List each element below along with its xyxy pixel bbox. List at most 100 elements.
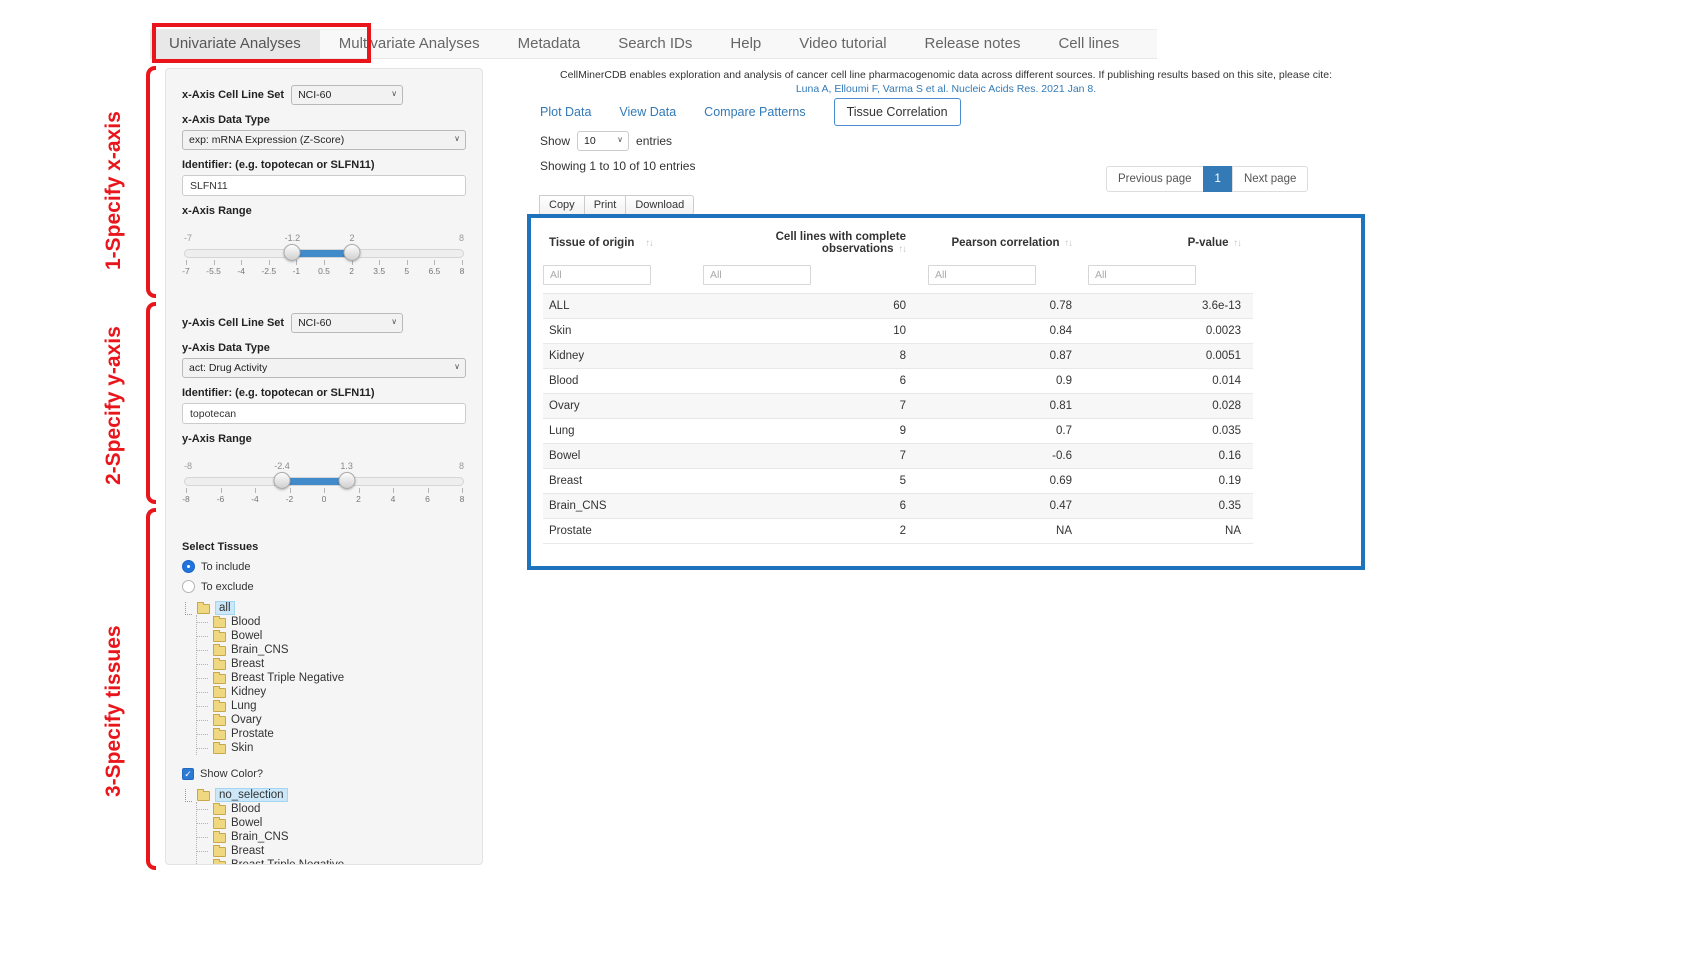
slider-max-label: 8 [459, 461, 464, 471]
page-size-select[interactable]: 10 [577, 131, 629, 151]
previous-page-button[interactable]: Previous page [1106, 166, 1204, 192]
table-header-row: Tissue of origin ↑↓ Cell lines with comp… [543, 222, 1253, 262]
nav-item[interactable]: Search IDs [599, 30, 711, 58]
tab[interactable]: Compare Patterns [704, 105, 805, 119]
next-page-button[interactable]: Next page [1232, 166, 1308, 192]
filter-input-tissue[interactable] [543, 265, 651, 285]
sort-icon[interactable]: ↑↓ [646, 238, 654, 249]
x-axis-data-type-select[interactable]: exp: mRNA Expression (Z-Score) [182, 130, 466, 150]
y-axis-identifier-input[interactable] [182, 403, 466, 424]
cell-tissue: Skin [543, 319, 703, 344]
y-axis-cell-line-set-select[interactable]: NCI-60 [291, 313, 403, 333]
tree-node-tissue[interactable]: Blood [197, 802, 466, 816]
slider-min-label: -8 [184, 461, 192, 471]
table-row[interactable]: Ovary 7 0.81 0.028 [543, 394, 1253, 419]
tree-node-tissue[interactable]: Prostate [197, 727, 466, 741]
table-row[interactable]: Breast 5 0.69 0.19 [543, 469, 1253, 494]
tree-node-tissue[interactable]: Brain_CNS [197, 643, 466, 657]
table-row[interactable]: Bowel 7 -0.6 0.16 [543, 444, 1253, 469]
cell-pvalue: 0.014 [1088, 369, 1253, 394]
tree-node-tissue[interactable]: Bowel [197, 629, 466, 643]
show-color-checkbox[interactable]: Show Color? [182, 768, 466, 780]
table-row[interactable]: ALL 60 0.78 3.6e-13 [543, 294, 1253, 319]
column-header-tissue[interactable]: Tissue of origin ↑↓ [543, 222, 703, 262]
table-row[interactable]: Lung 9 0.7 0.035 [543, 419, 1253, 444]
table-row[interactable]: Prostate 2 NA NA [543, 519, 1253, 544]
tree-node-tissue[interactable]: Brain_CNS [197, 830, 466, 844]
column-header-pvalue[interactable]: P-value ↑↓ [1088, 222, 1253, 262]
slider-handle-to[interactable] [344, 244, 361, 261]
slider-handle-from[interactable] [284, 244, 301, 261]
table-row[interactable]: Blood 6 0.9 0.014 [543, 369, 1253, 394]
folder-icon [213, 632, 226, 642]
filter-input-cell-lines[interactable] [703, 265, 811, 285]
slider-handle-from[interactable] [274, 472, 291, 489]
nav-item[interactable]: Univariate Analyses [150, 30, 320, 58]
sort-icon[interactable]: ↑↓ [1234, 238, 1242, 249]
nav-item[interactable]: Release notes [906, 30, 1040, 58]
nav-item[interactable]: Multivariate Analyses [320, 30, 499, 58]
tree-node-tissue[interactable]: Breast [197, 657, 466, 671]
nav-item[interactable]: Help [711, 30, 780, 58]
x-axis-identifier-input[interactable] [182, 175, 466, 196]
export-button[interactable]: Print [584, 195, 627, 215]
tree-item-label: Skin [231, 742, 253, 754]
column-header-pearson[interactable]: Pearson correlation↑↓ [928, 222, 1088, 262]
tissue-color-tree: no_selection Blood Bowel [182, 788, 466, 865]
x-axis-data-type-label: x-Axis Data Type [182, 114, 466, 126]
tree-node-tissue[interactable]: Ovary [197, 713, 466, 727]
export-button[interactable]: Copy [539, 195, 585, 215]
cell-pvalue: 3.6e-13 [1088, 294, 1253, 319]
tree-node-tissue[interactable]: Breast Triple Negative [197, 858, 466, 865]
nav-item[interactable]: Cell lines [1039, 30, 1138, 58]
tree-node-tissue[interactable]: Skin [197, 741, 466, 755]
folder-icon [213, 744, 226, 754]
sort-icon[interactable]: ↑↓ [899, 244, 907, 255]
nav-item[interactable]: Metadata [499, 30, 600, 58]
table-row[interactable]: Skin 10 0.84 0.0023 [543, 319, 1253, 344]
filter-input-pearson[interactable] [928, 265, 1036, 285]
cell-count: 7 [703, 394, 928, 419]
tree-node-no-selection[interactable]: no_selection [182, 788, 466, 802]
x-axis-range-slider[interactable]: -7 8 -1.2 2 -7-5.5-4-2.5-10.523.556.58 [184, 233, 464, 291]
x-axis-data-type-value: exp: mRNA Expression (Z-Score) [182, 130, 466, 150]
filter-input-pvalue[interactable] [1088, 265, 1196, 285]
tree-node-tissue[interactable]: Breast [197, 844, 466, 858]
cell-pvalue: 0.035 [1088, 419, 1253, 444]
cell-tissue: Bowel [543, 444, 703, 469]
tissue-filter-radio[interactable]: To include [182, 560, 466, 573]
sort-icon[interactable]: ↑↓ [1065, 238, 1073, 249]
slider-handle-to[interactable] [338, 472, 355, 489]
folder-icon [197, 604, 210, 614]
cell-tissue: Kidney [543, 344, 703, 369]
x-axis-cell-line-set-select[interactable]: NCI-60 [291, 85, 403, 105]
export-button[interactable]: Download [625, 195, 694, 215]
y-axis-range-slider[interactable]: -8 8 -2.4 1.3 -8-6-4-202468 [184, 461, 464, 519]
column-header-cell-lines[interactable]: Cell lines with complete observations↑↓ [703, 222, 928, 262]
tab[interactable]: Tissue Correlation [834, 98, 961, 126]
tree-node-tissue[interactable]: Blood [197, 615, 466, 629]
y-axis-data-type-value: act: Drug Activity [182, 358, 466, 378]
current-page-button[interactable]: 1 [1203, 166, 1233, 192]
tab[interactable]: View Data [619, 105, 676, 119]
entries-label: entries [636, 134, 672, 148]
table-row[interactable]: Brain_CNS 6 0.47 0.35 [543, 494, 1253, 519]
tree-node-tissue[interactable]: Kidney [197, 685, 466, 699]
y-axis-data-type-select[interactable]: act: Drug Activity [182, 358, 466, 378]
tissue-filter-radio[interactable]: To exclude [182, 580, 466, 593]
folder-icon [213, 660, 226, 670]
cell-tissue: Brain_CNS [543, 494, 703, 519]
folder-icon [213, 716, 226, 726]
tree-node-tissue[interactable]: Breast Triple Negative [197, 671, 466, 685]
tree-node-all[interactable]: all [182, 601, 466, 615]
nav-item[interactable]: Video tutorial [780, 30, 905, 58]
page-size-value: 10 [577, 131, 629, 151]
column-header-label: P-value [1188, 237, 1229, 249]
tree-node-tissue[interactable]: Lung [197, 699, 466, 713]
table-row[interactable]: Kidney 8 0.87 0.0051 [543, 344, 1253, 369]
tree-node-tissue[interactable]: Bowel [197, 816, 466, 830]
citation-reference-link[interactable]: Luna A, Elloumi F, Varma S et al. Nuclei… [527, 83, 1365, 95]
tab[interactable]: Plot Data [540, 105, 591, 119]
result-tabs: Plot Data View Data Compare Patterns Tis… [540, 98, 961, 125]
tree-item-label: Brain_CNS [231, 831, 289, 843]
